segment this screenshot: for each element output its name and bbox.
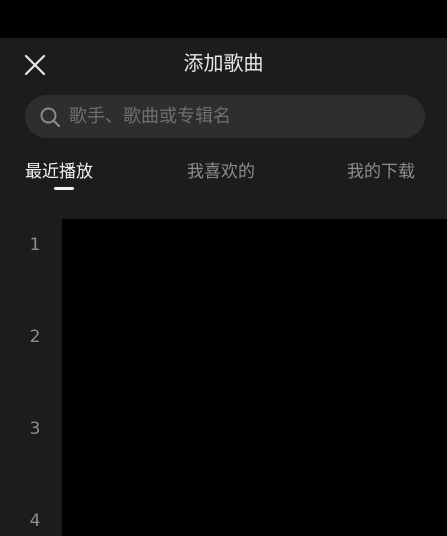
tab-recent-played[interactable]: 最近播放 — [25, 159, 93, 185]
song-list-panel[interactable] — [62, 219, 447, 536]
search-icon — [40, 107, 61, 127]
active-tab-indicator — [54, 187, 74, 190]
search-input[interactable] — [67, 105, 391, 128]
add-song-sheet: 添加歌曲 最近播放 我喜欢的 我的下载 1 2 3 4 — [0, 38, 447, 536]
status-bar — [0, 0, 447, 38]
tab-downloads[interactable]: 我的下载 — [347, 159, 415, 185]
tab-favorites[interactable]: 我喜欢的 — [187, 159, 255, 185]
row-number: 4 — [29, 511, 41, 531]
page-title: 添加歌曲 — [183, 51, 264, 75]
row-number: 2 — [29, 327, 41, 347]
search-bar[interactable] — [25, 95, 425, 138]
row-number: 3 — [29, 419, 41, 439]
row-number: 1 — [29, 235, 41, 255]
